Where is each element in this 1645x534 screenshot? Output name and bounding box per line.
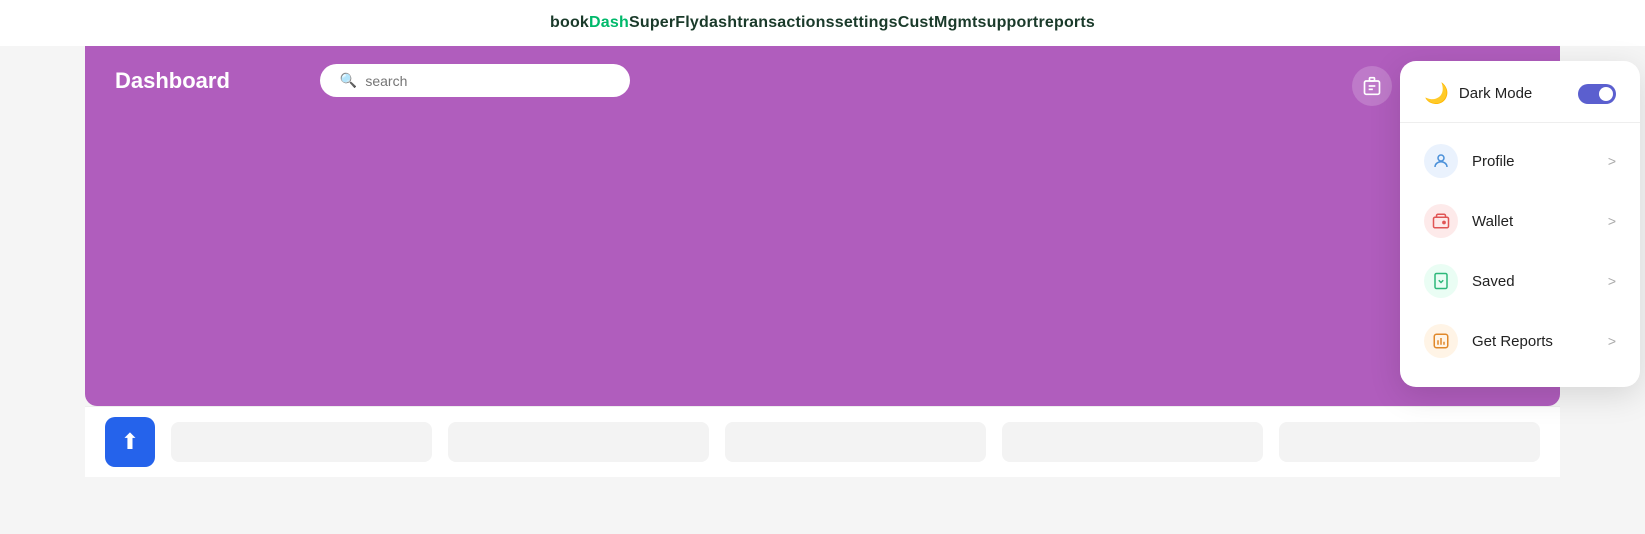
strip-cell-2 <box>448 422 709 462</box>
dark-mode-left: 🌙 Dark Mode <box>1424 81 1532 106</box>
dark-mode-label: Dark Mode <box>1459 85 1532 102</box>
nav-transactions[interactable]: transactions <box>737 14 835 32</box>
search-bar[interactable]: 🔍 <box>320 64 630 97</box>
reports-arrow: > <box>1608 333 1616 349</box>
moon-icon: 🌙 <box>1424 81 1449 106</box>
strip-cell-1 <box>171 422 432 462</box>
nav-dash[interactable]: Dash <box>589 14 629 32</box>
menu-item-get-reports[interactable]: Get Reports > <box>1400 311 1640 371</box>
saved-label: Saved <box>1472 273 1515 290</box>
strip-cell-4 <box>1002 422 1263 462</box>
dashboard-title: Dashboard <box>115 68 230 94</box>
wallet-icon <box>1424 204 1458 238</box>
dash-header: Dashboard 🔍 🧑 <box>85 46 1560 115</box>
nav-dash2[interactable]: dash <box>699 14 737 32</box>
strip-cell-3 <box>725 422 986 462</box>
top-nav: bookDashSuperFlydashtransactionssettings… <box>0 0 1645 46</box>
dropdown-menu: 🌙 Dark Mode Profile > <box>1400 61 1640 387</box>
bottom-strip: ⬆ <box>85 406 1560 477</box>
profile-arrow: > <box>1608 153 1616 169</box>
profile-icon <box>1424 144 1458 178</box>
menu-item-profile-left: Profile <box>1424 144 1515 178</box>
wallet-label: Wallet <box>1472 213 1513 230</box>
menu-item-saved[interactable]: Saved > <box>1400 251 1640 311</box>
profile-label: Profile <box>1472 153 1515 170</box>
saved-arrow: > <box>1608 273 1616 289</box>
saved-icon <box>1424 264 1458 298</box>
dashboard-area: Dashboard 🔍 🧑 <box>85 46 1560 406</box>
reports-icon <box>1424 324 1458 358</box>
nav-custmgmt[interactable]: CustMgmt <box>898 14 978 32</box>
search-input[interactable] <box>365 73 610 89</box>
blue-icon-box[interactable]: ⬆ <box>105 417 155 467</box>
wallet-arrow: > <box>1608 213 1616 229</box>
clipboard-icon-button[interactable] <box>1352 66 1392 106</box>
strip-cell-5 <box>1279 422 1540 462</box>
menu-item-reports-left: Get Reports <box>1424 324 1553 358</box>
menu-item-saved-left: Saved <box>1424 264 1515 298</box>
reports-label: Get Reports <box>1472 333 1553 350</box>
nav-support[interactable]: support <box>978 14 1039 32</box>
nav-superfly[interactable]: SuperFly <box>629 14 699 32</box>
search-icon: 🔍 <box>340 72 357 89</box>
nav-settings[interactable]: settings <box>835 14 898 32</box>
menu-item-wallet-left: Wallet <box>1424 204 1513 238</box>
menu-item-profile[interactable]: Profile > <box>1400 131 1640 191</box>
nav-book[interactable]: book <box>550 14 589 32</box>
dark-mode-row: 🌙 Dark Mode <box>1400 81 1640 123</box>
nav-reports[interactable]: reports <box>1038 14 1095 32</box>
dark-mode-toggle[interactable] <box>1578 84 1616 104</box>
menu-item-wallet[interactable]: Wallet > <box>1400 191 1640 251</box>
